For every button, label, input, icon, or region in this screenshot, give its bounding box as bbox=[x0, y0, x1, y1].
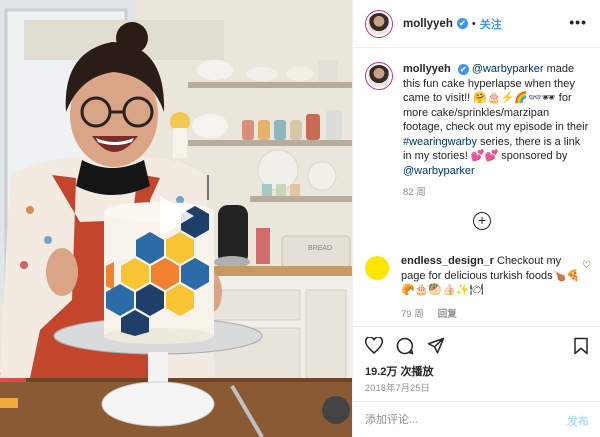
follow-button[interactable]: 关注 bbox=[480, 16, 502, 32]
comment-timestamp: 79 周 bbox=[401, 308, 424, 320]
verified-badge-icon: ✔ bbox=[456, 18, 468, 29]
comment-item: endless_design_r Checkout my page for de… bbox=[365, 254, 591, 320]
add-circle-icon[interactable]: + bbox=[473, 212, 491, 230]
post-comment-button[interactable]: 发布 bbox=[567, 413, 589, 429]
heart-icon[interactable] bbox=[364, 336, 384, 358]
caption-username[interactable]: mollyyeh bbox=[403, 63, 451, 75]
comment-username[interactable]: endless_design_r bbox=[401, 255, 494, 267]
caption-hashtag[interactable]: #wearingwarby bbox=[403, 136, 477, 148]
caption-text: mollyyeh ✔ @warbyparker made this fun ca… bbox=[403, 62, 591, 178]
post-video[interactable]: BREAD bbox=[0, 0, 352, 437]
comment-meta: 79 周 回复 bbox=[401, 306, 581, 320]
caption-verified-icon: ✔ bbox=[457, 64, 469, 75]
caption-timestamp: 82 周 bbox=[403, 187, 426, 198]
action-icons bbox=[364, 336, 445, 358]
post-date: 2018年7月25日 bbox=[365, 383, 431, 393]
separator-dot: • bbox=[471, 17, 476, 30]
share-icon[interactable] bbox=[427, 337, 445, 358]
svg-text:BREAD: BREAD bbox=[308, 245, 332, 252]
comment-like-icon[interactable]: ♡ bbox=[582, 260, 591, 271]
bookmark-icon[interactable] bbox=[573, 337, 589, 358]
view-count[interactable]: 19.2万 次播放 bbox=[365, 363, 433, 379]
caption-avatar[interactable] bbox=[365, 62, 393, 90]
header-username[interactable]: mollyyeh bbox=[403, 18, 453, 30]
post-actions: 19.2万 次播放 2018年7月25日 发布 bbox=[353, 326, 600, 437]
post-panel: mollyyeh ✔ • 关注 ••• mollyyeh ✔ @warbypar… bbox=[352, 0, 600, 437]
more-options-icon[interactable]: ••• bbox=[569, 14, 587, 30]
comment-box: 发布 bbox=[353, 401, 600, 437]
comment-avatar[interactable] bbox=[365, 256, 389, 280]
post-caption: mollyyeh ✔ @warbyparker made this fun ca… bbox=[365, 62, 591, 198]
comment-input[interactable] bbox=[365, 411, 535, 429]
play-icon[interactable] bbox=[148, 190, 200, 242]
caption-mention-2[interactable]: @warbyparker bbox=[403, 165, 475, 177]
avatar[interactable] bbox=[365, 9, 393, 38]
comment-icon[interactable] bbox=[396, 337, 414, 358]
reply-button[interactable]: 回复 bbox=[438, 309, 457, 320]
comment-text: endless_design_r Checkout my page for de… bbox=[401, 254, 581, 298]
caption-mention-1[interactable]: @warbyparker bbox=[472, 63, 544, 75]
post-header: mollyyeh ✔ • 关注 ••• bbox=[353, 0, 600, 48]
